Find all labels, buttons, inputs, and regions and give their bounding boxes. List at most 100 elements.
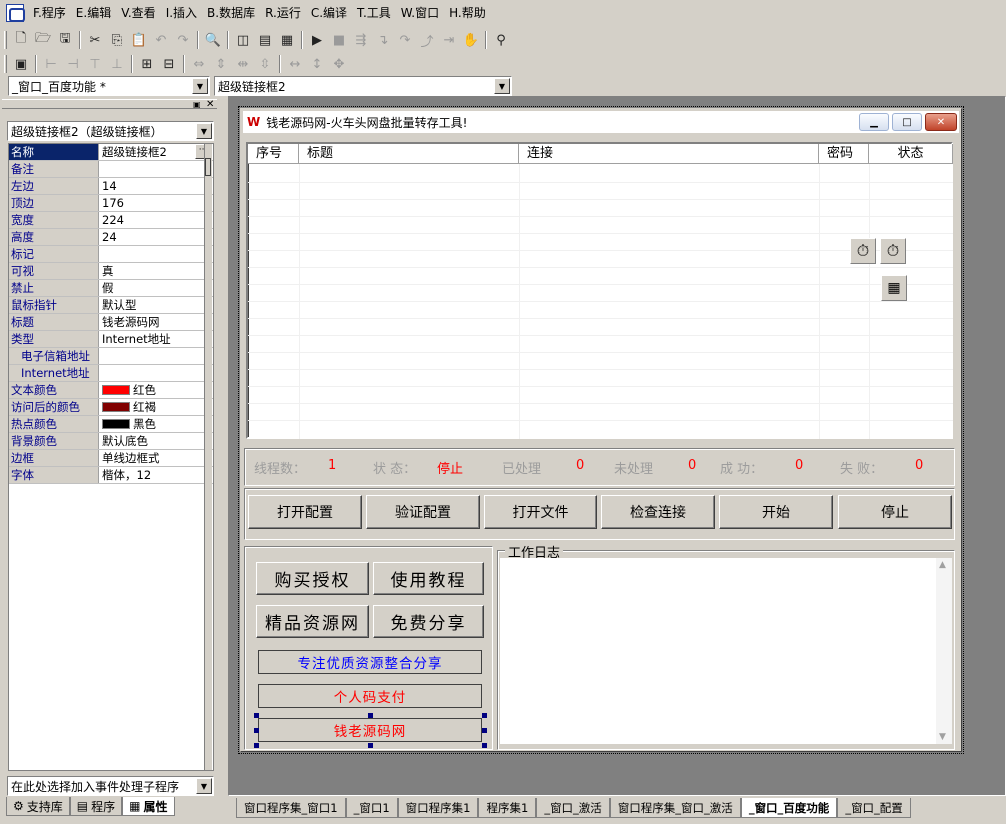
website-link[interactable]: 钱老源码网 [258, 718, 482, 742]
property-row[interactable]: 左边 14 [9, 178, 213, 195]
menu-compile[interactable]: C.编译 [306, 3, 352, 23]
toolbar-grip[interactable] [4, 55, 7, 73]
property-value-cell[interactable]: 24 [99, 229, 213, 245]
resize-handle[interactable] [482, 713, 487, 718]
property-row[interactable]: 背景颜色 默认底色 [9, 433, 213, 450]
scroll-up-icon[interactable]: ▲ [939, 560, 946, 570]
property-value-cell[interactable] [99, 348, 213, 364]
menu-view[interactable]: V.查看 [116, 3, 160, 23]
stop-icon[interactable]: ■ [328, 30, 350, 50]
property-row[interactable]: 热点颜色 黑色 [9, 416, 213, 433]
size-icon[interactable]: ✥ [328, 54, 350, 74]
resize-handle[interactable] [368, 713, 373, 718]
step-icon[interactable]: ⇶ [350, 30, 372, 50]
timer-icon[interactable]: ⏱ [850, 238, 876, 264]
resize-handle[interactable] [254, 728, 259, 733]
copy-icon[interactable]: ⎘ [106, 30, 128, 50]
property-row[interactable]: Internet地址 [9, 365, 213, 382]
resize-handle[interactable] [482, 728, 487, 733]
property-value-cell[interactable]: Internet地址 [99, 331, 213, 347]
resize-handle[interactable] [482, 743, 487, 748]
column-index[interactable]: 序号 [248, 144, 299, 164]
property-row[interactable]: 顶边 176 [9, 195, 213, 212]
toolbar-grip[interactable] [4, 31, 7, 49]
property-row[interactable]: 禁止假 [9, 280, 213, 297]
property-scrollbar[interactable] [204, 144, 212, 770]
layout-left-icon[interactable]: ◫ [232, 30, 254, 50]
property-row[interactable]: 宽度 224 [9, 212, 213, 229]
tutorial-button[interactable]: 使用教程 [373, 562, 484, 595]
tab-properties[interactable]: ▦ 属性 [122, 797, 175, 816]
tagline-link[interactable]: 专注优质资源整合分享 [258, 650, 482, 674]
column-title[interactable]: 标题 [299, 144, 519, 164]
document-tab[interactable]: 窗口程序集1 [397, 798, 479, 818]
property-row[interactable]: 标记 [9, 246, 213, 263]
cut-icon[interactable]: ✂ [84, 30, 106, 50]
panel-grip[interactable] [2, 99, 217, 109]
step-over-icon[interactable]: ↷ [394, 30, 416, 50]
object-combo[interactable]: 超级链接框2（超级链接框） ▼ [7, 121, 214, 141]
height-icon[interactable]: ↕ [306, 54, 328, 74]
task-listview[interactable]: 序号 标题 连接 密码 状态 [246, 142, 953, 439]
menu-edit[interactable]: E.编辑 [71, 3, 116, 23]
center-horizontal-icon[interactable]: ⊞ [136, 54, 158, 74]
property-value-cell[interactable]: 224 [99, 212, 213, 228]
scroll-down-icon[interactable]: ▼ [939, 732, 946, 742]
event-combo[interactable]: 在此处选择加入事件处理子程序 ▼ [7, 776, 214, 796]
redo-icon[interactable]: ↷ [172, 30, 194, 50]
property-value-cell[interactable]: 单线边框式 [99, 450, 213, 466]
document-tab[interactable]: 窗口程序集_窗口_激活 [609, 798, 741, 818]
property-row[interactable]: 边框 单线边框式 [9, 450, 213, 467]
property-value-cell[interactable]: 假 [99, 280, 213, 296]
menu-run[interactable]: R.运行 [260, 3, 306, 23]
component-icon[interactable]: ▦ [881, 275, 907, 301]
step-out-icon[interactable]: ⤴ [416, 30, 438, 50]
space-horizontal-icon[interactable]: ⇹ [232, 54, 254, 74]
center-vertical-icon[interactable]: ⊟ [158, 54, 180, 74]
align-left-icon[interactable]: ⊢ [40, 54, 62, 74]
window-combo[interactable]: _窗口_百度功能 * ▼ [8, 76, 210, 96]
document-tab[interactable]: _窗口_配置 [837, 798, 911, 818]
scroll-thumb[interactable] [205, 158, 211, 176]
log-scrollbar[interactable]: ▲ ▼ [936, 558, 952, 744]
space-vertical-icon[interactable]: ⇳ [254, 54, 276, 74]
document-tab[interactable]: _窗口1 [345, 798, 398, 818]
start-button[interactable]: 开始 [719, 495, 833, 529]
property-value-cell[interactable]: 黑色 [99, 416, 213, 432]
property-value-cell[interactable]: 14 [99, 178, 213, 194]
property-value-cell[interactable]: 默认型 [99, 297, 213, 313]
stop-button[interactable]: 停止 [838, 495, 952, 529]
property-row[interactable]: 标题 钱老源码网 [9, 314, 213, 331]
menu-insert[interactable]: I.插入 [161, 3, 202, 23]
same-height-icon[interactable]: ⇕ [210, 54, 232, 74]
chevron-down-icon[interactable]: ▼ [196, 123, 212, 139]
layout-bottom-icon[interactable]: ▤ [254, 30, 276, 50]
chevron-down-icon[interactable]: ▼ [192, 78, 208, 94]
property-value-cell[interactable] [99, 246, 213, 262]
open-file-button[interactable]: 打开文件 [484, 495, 597, 529]
resize-handle[interactable] [254, 743, 259, 748]
document-tab[interactable]: 窗口程序集_窗口1 [236, 798, 346, 818]
find-icon[interactable]: 🔍 [202, 30, 224, 50]
property-value-cell[interactable]: 红褐 [99, 399, 213, 415]
property-row[interactable]: 字体 楷体，12 [9, 467, 213, 484]
align-top-icon[interactable]: ⊤ [84, 54, 106, 74]
payment-link[interactable]: 个人码支付 [258, 684, 482, 708]
property-row[interactable]: 鼠标指针 默认型 [9, 297, 213, 314]
column-link[interactable]: 连接 [519, 144, 819, 164]
buy-license-button[interactable]: 购买授权 [256, 562, 369, 595]
check-link-button[interactable]: 检查连接 [601, 495, 715, 529]
menu-tools[interactable]: T.工具 [352, 3, 396, 23]
property-value-cell[interactable]: 真 [99, 263, 213, 279]
property-value-cell[interactable]: 176 [99, 195, 213, 211]
log-textarea[interactable]: ▲ ▼ [500, 558, 952, 744]
run-to-cursor-icon[interactable]: ⇥ [438, 30, 460, 50]
property-row[interactable]: 访问后的颜色 红褐 [9, 399, 213, 416]
save-icon[interactable]: 🖫 [54, 30, 76, 50]
undo-icon[interactable]: ↶ [150, 30, 172, 50]
panel-pin-icon[interactable]: ▣ [193, 100, 204, 110]
close-icon[interactable]: ✕ [925, 113, 957, 131]
tab-program[interactable]: ▤ 程序 [69, 797, 123, 816]
tab-support-library[interactable]: ⚙ 支持库 [6, 797, 70, 816]
resize-handle[interactable] [254, 713, 259, 718]
